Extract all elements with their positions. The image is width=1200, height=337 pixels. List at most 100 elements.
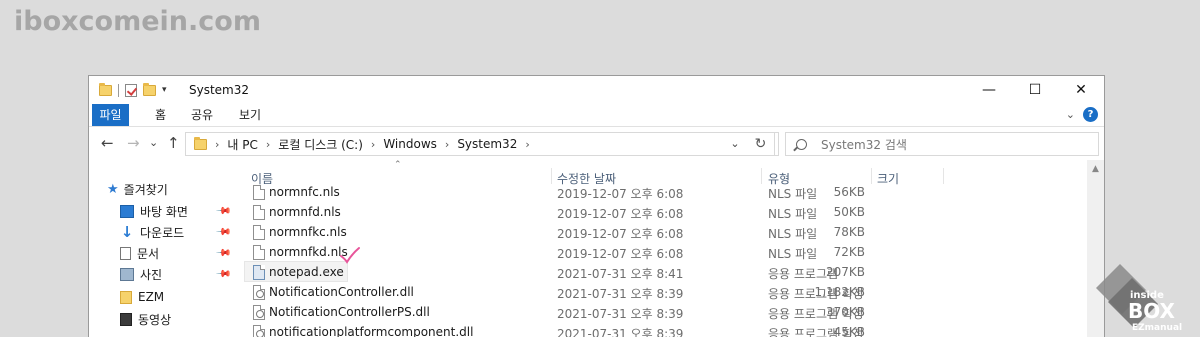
pin-icon[interactable]: 📌 bbox=[215, 245, 232, 262]
sidebar-item-videos[interactable]: 동영상 bbox=[120, 310, 171, 328]
file-date: 2019-12-07 오후 6:08 bbox=[557, 187, 684, 201]
navigation-bar: ← → ⌄ ↑ › 내 PC › 로컬 디스크 (C:) › Windows ›… bbox=[89, 129, 1104, 159]
breadcrumb-windows[interactable]: Windows bbox=[383, 137, 437, 151]
file-row[interactable]: NotificationControllerPS.dll 2021-07-31 … bbox=[243, 302, 1089, 322]
pin-icon[interactable]: 📌 bbox=[215, 266, 232, 283]
file-row[interactable]: normnfkd.nls 2019-12-07 오후 6:08 NLS 파일 7… bbox=[243, 242, 1089, 262]
chevron-right-icon[interactable]: › bbox=[445, 138, 449, 151]
pin-icon[interactable]: 📌 bbox=[215, 224, 232, 241]
file-date: 2019-12-07 오후 6:08 bbox=[557, 227, 684, 241]
sidebar-item-label: 사진 bbox=[140, 267, 163, 282]
close-button[interactable]: ✕ bbox=[1058, 76, 1104, 104]
file-row[interactable]: notificationplatformcomponent.dll 2021-0… bbox=[243, 322, 1089, 337]
file-name: notificationplatformcomponent.dll bbox=[269, 325, 474, 337]
sidebar-item-ezm[interactable]: EZM bbox=[120, 288, 164, 306]
tab-file[interactable]: 파일 bbox=[92, 104, 129, 126]
sidebar-item-documents[interactable]: 문서 bbox=[120, 244, 159, 262]
file-size: 1,182KB bbox=[814, 285, 865, 299]
recent-locations-icon[interactable]: ⌄ bbox=[149, 136, 158, 149]
file-size: 207KB bbox=[825, 265, 865, 279]
minimize-button[interactable]: — bbox=[966, 76, 1012, 104]
file-type: NLS 파일 bbox=[768, 187, 818, 201]
file-size: 72KB bbox=[833, 245, 865, 259]
sidebar-item-pictures[interactable]: 사진 bbox=[120, 265, 162, 283]
help-icon[interactable]: ? bbox=[1083, 107, 1098, 122]
file-name: NotificationControllerPS.dll bbox=[269, 305, 430, 319]
sidebar-item-downloads[interactable]: ↓ 다운로드 bbox=[120, 223, 184, 241]
svg-text:BOX: BOX bbox=[1128, 299, 1176, 323]
back-arrow-icon[interactable]: ← bbox=[101, 134, 114, 152]
watermark-text: iboxcomein.com bbox=[14, 6, 261, 37]
dll-icon bbox=[253, 285, 265, 300]
tab-home[interactable]: 홈 bbox=[155, 104, 166, 126]
insidebox-logo: inside BOX EZmanual bbox=[1096, 264, 1182, 333]
file-row[interactable]: normnfc.nls 2019-12-07 오후 6:08 NLS 파일 56… bbox=[243, 182, 1089, 202]
chevron-right-icon: › bbox=[215, 137, 220, 151]
sidebar-item-label: 바탕 화면 bbox=[140, 204, 188, 219]
sidebar-item-quick-access[interactable]: ★ 즐겨찾기 bbox=[107, 180, 168, 198]
file-row[interactable]: NotificationController.dll 2021-07-31 오후… bbox=[243, 282, 1089, 302]
file-date: 2021-07-31 오후 8:41 bbox=[557, 267, 684, 281]
file-name: normnfd.nls bbox=[269, 205, 341, 219]
sidebar-item-label: 다운로드 bbox=[140, 225, 185, 240]
sidebar-item-label: EZM bbox=[138, 290, 165, 304]
search-icon bbox=[796, 138, 807, 150]
sidebar-item-label: 동영상 bbox=[138, 312, 172, 327]
dll-icon bbox=[253, 305, 265, 320]
breadcrumb-local-disk[interactable]: 로컬 디스크 (C:) bbox=[278, 136, 363, 153]
navigation-pane: ★ 즐겨찾기 바탕 화면 📌 ↓ 다운로드 📌 문서 📌 사진 📌 EZM 동영… bbox=[89, 166, 239, 337]
dll-icon bbox=[253, 325, 265, 337]
forward-arrow-icon[interactable]: → bbox=[127, 134, 140, 152]
file-date: 2021-07-31 오후 8:39 bbox=[557, 307, 684, 321]
window-controls: — ☐ ✕ bbox=[966, 76, 1104, 104]
breadcrumb-this-pc[interactable]: 내 PC bbox=[227, 136, 257, 153]
chevron-right-icon[interactable]: › bbox=[525, 138, 529, 151]
refresh-icon[interactable]: ↻ bbox=[747, 132, 775, 156]
search-input[interactable]: System32 검색 bbox=[785, 132, 1099, 156]
scroll-up-icon[interactable]: ▲ bbox=[1087, 164, 1104, 174]
address-history-icon[interactable]: ⌄ bbox=[723, 132, 747, 156]
new-folder-icon[interactable] bbox=[143, 82, 156, 96]
file-row[interactable]: normnfkc.nls 2019-12-07 오후 6:08 NLS 파일 7… bbox=[243, 222, 1089, 242]
pictures-icon bbox=[120, 267, 134, 281]
chevron-right-icon[interactable]: › bbox=[266, 138, 270, 151]
sidebar-item-desktop[interactable]: 바탕 화면 bbox=[120, 202, 188, 220]
tab-share[interactable]: 공유 bbox=[191, 104, 213, 126]
file-size: 78KB bbox=[833, 225, 865, 239]
maximize-button[interactable]: ☐ bbox=[1012, 76, 1058, 104]
video-icon bbox=[120, 312, 132, 326]
up-arrow-icon[interactable]: ↑ bbox=[167, 134, 180, 152]
file-icon bbox=[253, 225, 265, 240]
file-size: 56KB bbox=[833, 185, 865, 199]
title-bar: ▾ System32 — ☐ ✕ bbox=[89, 76, 1104, 104]
pin-icon[interactable]: 📌 bbox=[215, 203, 232, 220]
ribbon-right: ⌄ ? bbox=[1066, 107, 1098, 122]
quick-access-toolbar: ▾ bbox=[99, 82, 167, 98]
sort-ascending-icon: ⌃ bbox=[394, 160, 402, 170]
file-date: 2021-07-31 오후 8:39 bbox=[557, 327, 684, 337]
file-type: NLS 파일 bbox=[768, 247, 818, 261]
ribbon-tabs: 파일 홈 공유 보기 ⌄ ? bbox=[89, 104, 1104, 126]
properties-icon[interactable] bbox=[125, 83, 137, 97]
address-bar[interactable]: › 내 PC › 로컬 디스크 (C:) › Windows › System3… bbox=[185, 132, 779, 156]
sidebar-item-label: 문서 bbox=[137, 246, 160, 261]
customize-dropdown-icon[interactable]: ▾ bbox=[162, 85, 167, 95]
window-title: System32 bbox=[189, 83, 250, 97]
divider bbox=[118, 83, 119, 97]
file-row[interactable]: notepad.exe 2021-07-31 오후 8:41 응용 프로그램 2… bbox=[243, 262, 1089, 282]
chevron-right-icon[interactable]: › bbox=[371, 138, 375, 151]
expand-ribbon-icon[interactable]: ⌄ bbox=[1066, 108, 1075, 121]
file-row[interactable]: normnfd.nls 2019-12-07 오후 6:08 NLS 파일 50… bbox=[243, 202, 1089, 222]
document-icon bbox=[120, 246, 131, 260]
folder-icon[interactable] bbox=[99, 82, 112, 96]
desktop-icon bbox=[120, 204, 134, 218]
file-date: 2019-12-07 오후 6:08 bbox=[557, 207, 684, 221]
breadcrumb-system32[interactable]: System32 bbox=[457, 137, 517, 151]
file-name: notepad.exe bbox=[269, 265, 344, 279]
file-size: 370KB bbox=[825, 305, 865, 319]
file-icon bbox=[253, 185, 265, 200]
checkmark-highlight-icon bbox=[340, 247, 360, 264]
tab-view[interactable]: 보기 bbox=[239, 104, 261, 126]
file-icon bbox=[253, 205, 265, 220]
folder-icon bbox=[194, 136, 207, 150]
